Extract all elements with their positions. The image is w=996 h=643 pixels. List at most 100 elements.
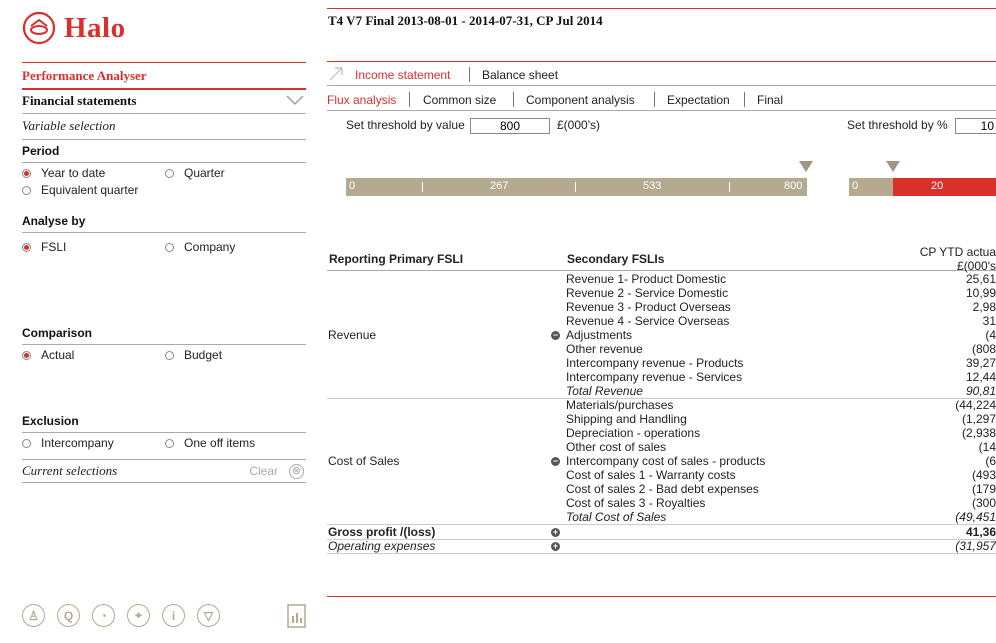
value-slider-handle[interactable] (799, 161, 813, 172)
info-icon[interactable]: i (162, 604, 185, 627)
col-header-value[interactable]: CP YTD actua (920, 245, 996, 259)
radio-company[interactable]: Company (165, 240, 235, 254)
toolbar-icons: ♙ Q ◔ ⌖ i ▽ (22, 604, 232, 627)
target-icon[interactable]: ⌖ (127, 604, 150, 627)
radio-dot (165, 350, 174, 360)
table-row-value: 10,99 (965, 286, 996, 300)
table-row-label: Cost of sales 3 - Royalties (566, 496, 706, 510)
pct-slider[interactable]: 0 20 (849, 178, 996, 196)
table-row-label: Intercompany cost of sales - products (566, 454, 766, 468)
slider-label: 800 (784, 180, 803, 192)
radio-dot (22, 185, 31, 195)
value-slider[interactable]: 0 267 533 800 (346, 178, 807, 196)
summary-row-label[interactable]: Operating expenses (328, 539, 435, 553)
table-row-value: 90,81 (965, 384, 996, 398)
expand-icon[interactable]: + (551, 542, 560, 551)
tab-balance-sheet[interactable]: Balance sheet (482, 68, 558, 82)
halo-logo-icon (22, 11, 56, 45)
financial-statements-dropdown[interactable]: Financial statements (22, 90, 306, 114)
group-label[interactable]: Revenue (328, 328, 376, 342)
logo-text: Halo (64, 11, 126, 44)
tabs-divider (327, 61, 996, 62)
row-divider (327, 553, 996, 554)
analyse-by-title: Analyse by (22, 211, 306, 233)
tab-separator (469, 67, 470, 82)
tab-expectation[interactable]: Expectation (667, 93, 730, 107)
radio-budget[interactable]: Budget (165, 348, 222, 362)
clear-icon[interactable]: ⊗ (289, 464, 304, 479)
expand-icon[interactable]: + (551, 528, 560, 537)
table-row-label: Revenue 1- Product Domestic (566, 272, 727, 286)
tab-separator (513, 92, 514, 107)
threshold-pct-label: Set threshold by % (847, 118, 948, 132)
threshold-unit: £(000's) (557, 118, 600, 132)
col-header-primary[interactable]: Reporting Primary FSLI (329, 252, 463, 266)
tab-flux-analysis[interactable]: Flux analysis (327, 93, 396, 107)
slider-tick (422, 182, 423, 192)
table-row-value: (1,297 (961, 412, 996, 426)
variable-selection-heading: Variable selection (22, 114, 306, 140)
slider-tick (729, 182, 730, 192)
col-header-secondary[interactable]: Secondary FSLIs (567, 252, 664, 266)
tab-separator (409, 92, 410, 107)
user-icon[interactable]: ♙ (22, 604, 45, 627)
tab-common-size[interactable]: Common size (423, 93, 496, 107)
table-row-label: Revenue 4 - Service Overseas (566, 314, 730, 328)
table-top-border (327, 270, 996, 271)
primary-tabs: Income statement Balance sheet (327, 64, 996, 86)
table-row-label: Materials/purchases (566, 398, 674, 412)
speedometer-icon[interactable]: ◔ (92, 604, 115, 627)
chevron-down-icon[interactable] (286, 94, 304, 106)
table-row-label: Cost of sales 2 - Bad debt expenses (566, 482, 759, 496)
table-row-value: 25,61 (965, 272, 996, 286)
radio-intercompany[interactable]: Intercompany (22, 436, 114, 450)
radio-dot (165, 438, 174, 448)
summary-row-label[interactable]: Gross profit /(loss) (328, 525, 435, 539)
top-divider (327, 8, 996, 9)
table-row-value: 39,27 (965, 356, 996, 370)
radio-equivalent-quarter[interactable]: Equivalent quarter (22, 183, 138, 197)
bottom-divider (327, 596, 996, 597)
table-row-value: (808 (971, 342, 996, 356)
radio-fsli[interactable]: FSLI (22, 240, 66, 254)
table-row-label: Adjustments (566, 328, 633, 342)
tab-separator (744, 92, 745, 107)
group-label[interactable]: Cost of Sales (328, 454, 399, 468)
collapse-icon[interactable]: − (551, 457, 560, 466)
threshold-value-input[interactable] (470, 118, 550, 134)
exclusion-title: Exclusion (22, 411, 306, 433)
radio-dot-selected (22, 350, 31, 360)
radio-quarter[interactable]: Quarter (165, 166, 225, 180)
secondary-tabs: Flux analysis Common size Component anal… (327, 89, 996, 111)
halo-logo[interactable]: Halo (22, 8, 126, 48)
tab-component-analysis[interactable]: Component analysis (526, 93, 635, 107)
comparison-title: Comparison (22, 323, 306, 345)
radio-year-to-date[interactable]: Year to date (22, 166, 105, 180)
table-row-value: (6 (985, 454, 996, 468)
tab-final[interactable]: Final (757, 93, 783, 107)
period-title: Period (22, 141, 306, 163)
radio-dot (165, 168, 174, 178)
table-row-label: Total Revenue (566, 384, 643, 398)
tab-income-statement[interactable]: Income statement (355, 68, 450, 82)
radio-dot-selected (22, 168, 31, 178)
col-header-unit: £(000's (957, 259, 996, 273)
table-row-value: (49,451 (955, 510, 996, 524)
collapse-icon[interactable]: − (551, 331, 560, 340)
table-row-value: 12,44 (965, 370, 996, 384)
report-icon[interactable] (287, 604, 306, 628)
search-icon[interactable]: Q (57, 604, 80, 627)
threshold-value-label: Set threshold by value (346, 118, 465, 132)
radio-actual[interactable]: Actual (22, 348, 74, 362)
clear-button[interactable]: Clear (249, 464, 278, 478)
radio-one-off-items[interactable]: One off items (165, 436, 255, 450)
filter-down-icon[interactable]: ▽ (197, 604, 220, 627)
table-row-value: (4 (985, 328, 996, 342)
table-row-label: Cost of sales 1 - Warranty costs (566, 468, 736, 482)
threshold-pct-input[interactable] (955, 118, 996, 134)
table-row-label: Total Cost of Sales (566, 510, 667, 524)
current-selections: Current selections Clear ⊗ (22, 459, 306, 483)
pct-slider-handle[interactable] (886, 161, 900, 172)
expand-icon[interactable] (329, 67, 343, 81)
current-selections-label: Current selections (22, 463, 118, 478)
